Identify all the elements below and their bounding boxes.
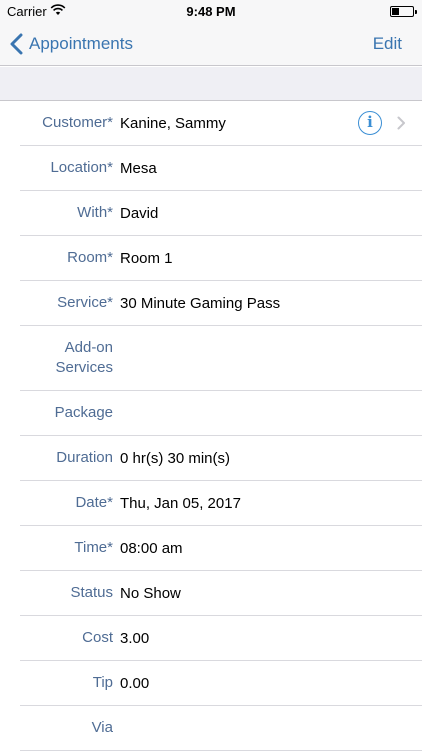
field-value: Kanine, Sammy — [120, 114, 226, 132]
row-duration[interactable]: Duration 0 hr(s) 30 min(s) — [20, 436, 422, 481]
field-label: Via — [91, 719, 113, 736]
row-via[interactable]: Via — [20, 706, 422, 751]
chevron-right-icon — [397, 116, 405, 130]
section-header-spacer — [0, 67, 422, 101]
field-label: With* — [77, 204, 113, 221]
battery-icon — [390, 6, 417, 17]
back-button-label: Appointments — [29, 34, 133, 53]
row-customer[interactable]: Customer* Kanine, Sammy i — [20, 101, 422, 146]
field-value: 0.00 — [120, 674, 150, 692]
field-label: Add-on Services — [55, 339, 113, 376]
row-service[interactable]: Service* 30 Minute Gaming Pass — [20, 281, 422, 326]
row-date[interactable]: Date* Thu, Jan 05, 2017 — [20, 481, 422, 526]
row-time[interactable]: Time* 08:00 am — [20, 526, 422, 571]
row-tip[interactable]: Tip 0.00 — [20, 661, 422, 706]
field-label: Customer* — [42, 114, 113, 131]
row-cost[interactable]: Cost 3.00 — [20, 616, 422, 661]
appointment-details-list: Customer* Kanine, Sammy i Location* Mesa… — [0, 101, 422, 751]
status-bar: Carrier 9:48 PM — [0, 0, 422, 22]
field-value: 0 hr(s) 30 min(s) — [120, 449, 231, 467]
field-label: Location* — [50, 159, 113, 176]
field-label: Package — [54, 404, 113, 421]
chevron-left-icon — [10, 33, 23, 55]
field-label: Date* — [75, 494, 113, 511]
field-label: Time* — [74, 539, 113, 556]
edit-button[interactable]: Edit — [373, 22, 402, 66]
row-add-on-services[interactable]: Add-on Services — [20, 326, 422, 391]
field-label: Duration — [56, 449, 113, 466]
field-label: Tip — [92, 674, 113, 691]
field-value: Room 1 — [120, 249, 173, 267]
row-with[interactable]: With* David — [20, 191, 422, 236]
field-value: Mesa — [120, 159, 157, 177]
info-icon[interactable]: i — [358, 111, 382, 135]
field-label: Cost — [82, 629, 113, 646]
status-time: 9:48 PM — [186, 4, 236, 19]
field-label: Status — [70, 584, 113, 601]
navigation-bar: Appointments Edit — [0, 22, 422, 66]
field-value: Thu, Jan 05, 2017 — [120, 494, 241, 512]
field-label: Room* — [67, 249, 113, 266]
row-location[interactable]: Location* Mesa — [20, 146, 422, 191]
field-value: No Show — [120, 584, 181, 602]
back-button[interactable]: Appointments — [10, 22, 133, 66]
row-status[interactable]: Status No Show — [20, 571, 422, 616]
field-value: David — [120, 204, 159, 222]
field-value: 3.00 — [120, 629, 150, 647]
field-label: Service* — [57, 294, 113, 311]
field-value: 30 Minute Gaming Pass — [120, 294, 281, 312]
field-value: 08:00 am — [120, 539, 183, 557]
row-package[interactable]: Package — [20, 391, 422, 436]
row-room[interactable]: Room* Room 1 — [20, 236, 422, 281]
